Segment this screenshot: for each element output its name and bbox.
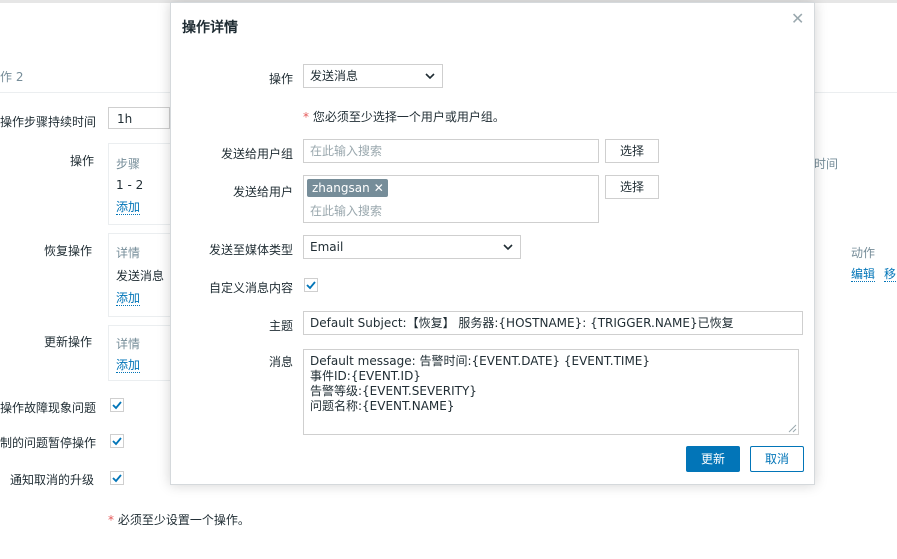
- update-header-details: 详情: [116, 337, 141, 351]
- checkmark-icon: [112, 437, 122, 446]
- recovery-edit-link[interactable]: 编辑: [851, 267, 876, 282]
- recovery-header-actions: 动作: [851, 246, 876, 260]
- users-multiselect[interactable]: zhangsan ✕ 在此输入搜索: [303, 175, 599, 223]
- user-tag: zhangsan ✕: [307, 179, 388, 197]
- tab-operations[interactable]: 作 2: [0, 68, 23, 85]
- pause-suppressed-checkbox[interactable]: [110, 434, 124, 448]
- pause-suppressed-label: 制的问题暂停操作: [0, 436, 97, 450]
- custom-message-checkbox[interactable]: [304, 278, 318, 292]
- pause-problem-label: 操作故障现象问题: [0, 401, 97, 415]
- message-label: 消息: [268, 355, 293, 369]
- recovery-remove-link[interactable]: 移: [884, 267, 897, 282]
- send-to-users-label: 发送给用户: [232, 185, 293, 199]
- chevron-down-icon: [503, 244, 513, 251]
- users-placeholder[interactable]: 在此输入搜索: [310, 202, 382, 219]
- recovery-add-link[interactable]: 添加: [116, 291, 141, 306]
- required-operation-text: 必须至少设置一个操作。: [117, 513, 250, 527]
- operation-details-dialog: 操作详情 ✕ 操作 发送消息 * 您必须至少选择一个用户或用户组。 发送给用户组…: [170, 2, 815, 485]
- update-operations-label: 更新操作: [44, 335, 93, 349]
- users-required-text: 您必须至少选择一个用户或用户组。: [312, 110, 505, 124]
- update-button[interactable]: 更新: [686, 446, 740, 472]
- operation-label: 操作: [268, 72, 293, 86]
- remove-tag-icon[interactable]: ✕: [374, 181, 384, 195]
- operations-row-step: 1 - 2: [116, 178, 144, 192]
- subject-input[interactable]: Default Subject:【恢复】 服务器:{HOSTNAME}: {TR…: [303, 311, 803, 335]
- media-type-value: Email: [310, 240, 344, 254]
- recovery-row-details: 发送消息: [116, 269, 165, 283]
- select-users-button[interactable]: 选择: [605, 175, 659, 199]
- update-add-link[interactable]: 添加: [116, 358, 141, 373]
- step-duration-input[interactable]: 1h: [108, 107, 170, 129]
- step-duration-label: 操作步骤持续时间: [0, 115, 97, 129]
- checkmark-icon: [112, 401, 122, 410]
- select-groups-button[interactable]: 选择: [605, 139, 659, 163]
- operation-select[interactable]: 发送消息: [303, 64, 443, 88]
- notify-cancel-checkbox[interactable]: [110, 471, 124, 485]
- required-star: *: [303, 110, 313, 124]
- custom-message-label: 自定义消息内容: [208, 281, 293, 295]
- chevron-down-icon: [425, 73, 435, 80]
- media-type-label: 发送至媒体类型: [208, 243, 293, 257]
- notify-cancel-label: 通知取消的升级: [10, 473, 95, 487]
- recovery-header-details: 详情: [116, 246, 141, 260]
- media-type-select[interactable]: Email: [303, 235, 521, 259]
- cancel-button[interactable]: 取消: [750, 446, 804, 472]
- required-star: *: [108, 513, 118, 527]
- required-operation-note: * 必须至少设置一个操作。: [108, 511, 250, 528]
- checkmark-icon: [112, 474, 122, 483]
- checkmark-icon: [306, 281, 316, 290]
- operations-header-steps: 步骤: [116, 157, 141, 171]
- resize-grip-icon[interactable]: [787, 423, 797, 433]
- operations-add-link[interactable]: 添加: [116, 200, 141, 215]
- operations-header-time: 时间: [814, 157, 839, 171]
- message-textarea[interactable]: Default message: 告警时间:{EVENT.DATE} {EVEN…: [303, 349, 799, 435]
- send-to-groups-label: 发送给用户组: [220, 147, 293, 161]
- operation-select-value: 发送消息: [310, 69, 359, 83]
- dialog-title: 操作详情: [182, 20, 238, 36]
- recovery-operations-label: 恢复操作: [44, 244, 93, 258]
- operations-label: 操作: [70, 154, 95, 168]
- close-icon[interactable]: ✕: [791, 9, 804, 28]
- groups-placeholder: 在此输入搜索: [310, 144, 383, 158]
- user-tag-label: zhangsan: [312, 181, 370, 195]
- users-required-hint: * 您必须至少选择一个用户或用户组。: [303, 108, 505, 125]
- pause-problem-checkbox[interactable]: [110, 398, 124, 412]
- subject-label: 主题: [268, 319, 293, 333]
- groups-search-input[interactable]: 在此输入搜索: [303, 139, 599, 163]
